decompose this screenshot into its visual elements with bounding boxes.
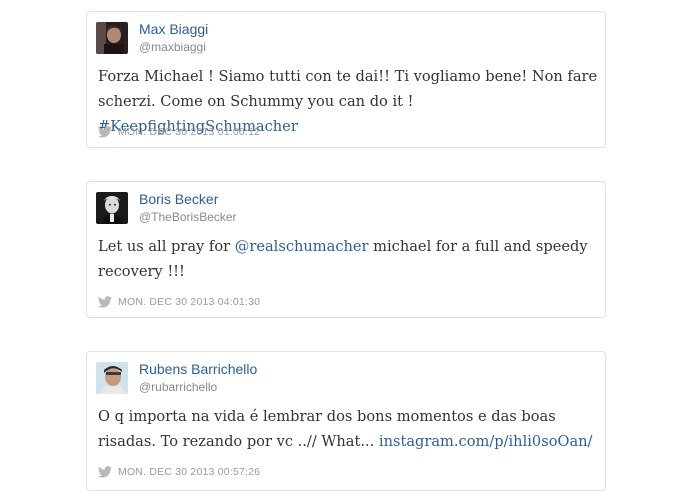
timestamp[interactable]: MON. DEC 30 2013 04:01:30 xyxy=(118,296,260,308)
tweet-card: Boris Becker @TheBorisBecker Let us all … xyxy=(86,181,606,318)
twitter-bird-icon[interactable] xyxy=(98,466,112,478)
user-name[interactable]: Rubens Barrichello xyxy=(139,361,257,377)
instagram-link[interactable]: instagram.com/p/ihli0soOan/ xyxy=(379,433,593,450)
user-handle[interactable]: @TheBorisBecker xyxy=(139,210,237,224)
twitter-bird-icon[interactable] xyxy=(98,296,112,308)
avatar[interactable] xyxy=(96,192,128,224)
user-name[interactable]: Max Biaggi xyxy=(139,21,208,37)
tweet-meta: MON. DEC 30 2013 04:01:30 xyxy=(98,296,260,308)
tweet-text-body: Let us all pray for xyxy=(98,238,235,255)
twitter-bird-icon[interactable] xyxy=(98,126,112,138)
user-handle[interactable]: @maxbiaggi xyxy=(139,40,206,54)
tweet-meta: MON. DEC 30 2013 01:00:12 xyxy=(98,126,260,138)
timestamp[interactable]: MON. DEC 30 2013 00:57:26 xyxy=(118,466,260,478)
mention-link[interactable]: @realschumacher xyxy=(235,238,369,255)
tweet-meta: MON. DEC 30 2013 00:57:26 xyxy=(98,466,260,478)
tweet-text-body: Forza Michael ! Siamo tutti con te dai!!… xyxy=(98,68,598,110)
avatar[interactable] xyxy=(96,362,128,394)
tweet-text: O q importa na vida é lembrar dos bons m… xyxy=(98,404,598,454)
user-name[interactable]: Boris Becker xyxy=(139,191,218,207)
tweet-text: Let us all pray for @realschumacher mich… xyxy=(98,234,598,284)
tweet-card: Rubens Barrichello @rubarrichello O q im… xyxy=(86,351,606,491)
tweet-card: Max Biaggi @maxbiaggi Forza Michael ! Si… xyxy=(86,11,606,148)
avatar[interactable] xyxy=(96,22,128,54)
user-handle[interactable]: @rubarrichello xyxy=(139,380,217,394)
timestamp[interactable]: MON. DEC 30 2013 01:00:12 xyxy=(118,126,260,138)
